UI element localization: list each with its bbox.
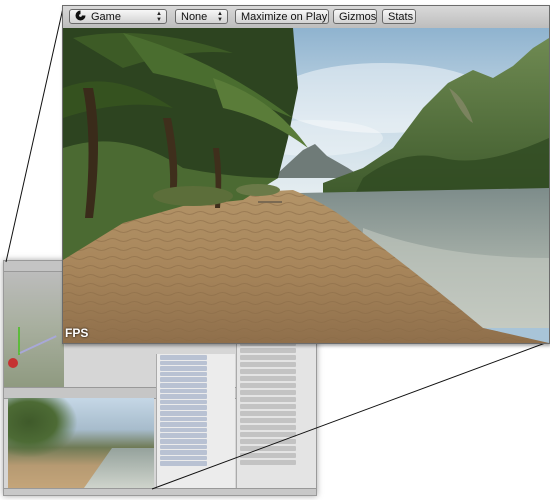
island-scene <box>63 28 549 343</box>
shrub <box>236 184 280 196</box>
axis-gizmo-origin <box>8 358 18 368</box>
game-window: Game ▲ ▼ None ▲ ▼ Maximize on Play Gizmos … <box>62 5 550 344</box>
display-dropdown-label: Game <box>91 11 121 23</box>
shrub <box>153 186 233 206</box>
aspect-dropdown[interactable]: None ▲ ▼ <box>175 9 228 24</box>
axis-gizmo-z <box>19 335 57 354</box>
water-thumbnail <box>84 448 154 488</box>
project-panel <box>156 354 235 488</box>
scene-view <box>4 272 64 387</box>
fps-counter: FPS <box>65 326 89 340</box>
status-bar <box>4 488 316 495</box>
gizmos-toggle[interactable]: Gizmos <box>333 9 377 24</box>
inspector-panel <box>236 339 316 489</box>
scene-view-toolbar <box>4 261 64 272</box>
dropdown-arrows-icon: ▲ ▼ <box>217 11 223 23</box>
driftwood <box>258 201 282 203</box>
display-dropdown[interactable]: Game ▲ ▼ <box>69 9 167 24</box>
trees-thumbnail <box>8 398 78 458</box>
stats-toggle[interactable]: Stats <box>382 9 416 24</box>
game-view-small <box>8 398 154 488</box>
game-viewport[interactable]: FPS <box>63 28 549 343</box>
game-toolbar: Game ▲ ▼ None ▲ ▼ Maximize on Play Gizmos … <box>63 6 549 29</box>
maximize-on-play-toggle[interactable]: Maximize on Play <box>235 9 329 24</box>
aspect-dropdown-label: None <box>181 11 208 23</box>
dropdown-arrows-icon: ▲ ▼ <box>156 11 162 23</box>
game-controller-icon <box>75 10 86 21</box>
